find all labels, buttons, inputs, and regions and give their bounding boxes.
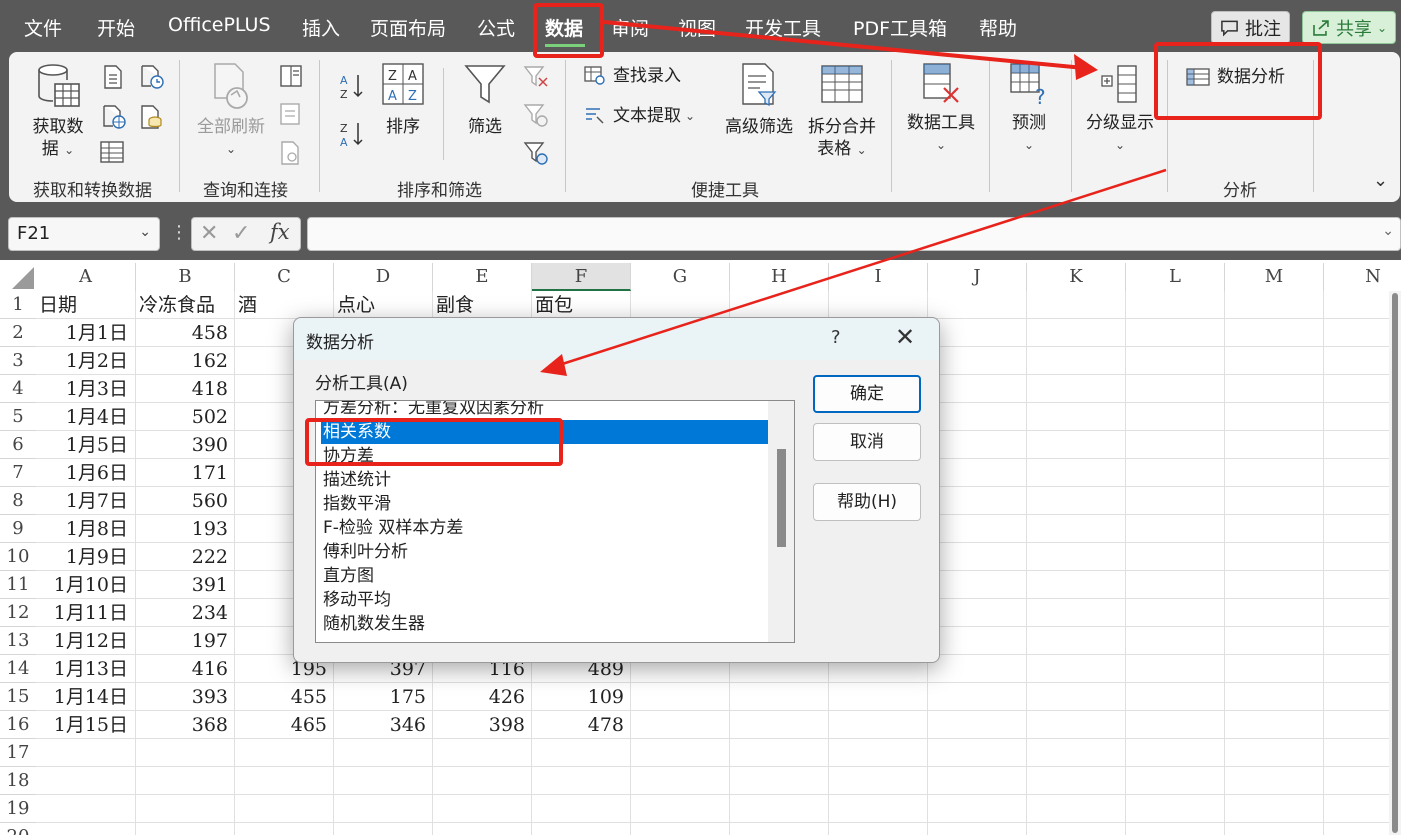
annotation-arrow-to-dialog — [555, 168, 1167, 368]
excel-window: 文件 开始 OfficePLUS 插入 页面布局 公式 数据 审阅 视图 开发工… — [0, 0, 1401, 835]
annotation-arrow-to-data-analysis — [603, 20, 1085, 70]
annotation-arrowhead — [1074, 54, 1098, 80]
annotation-arrowhead — [540, 354, 567, 376]
annotation-arrows — [540, 20, 1167, 376]
